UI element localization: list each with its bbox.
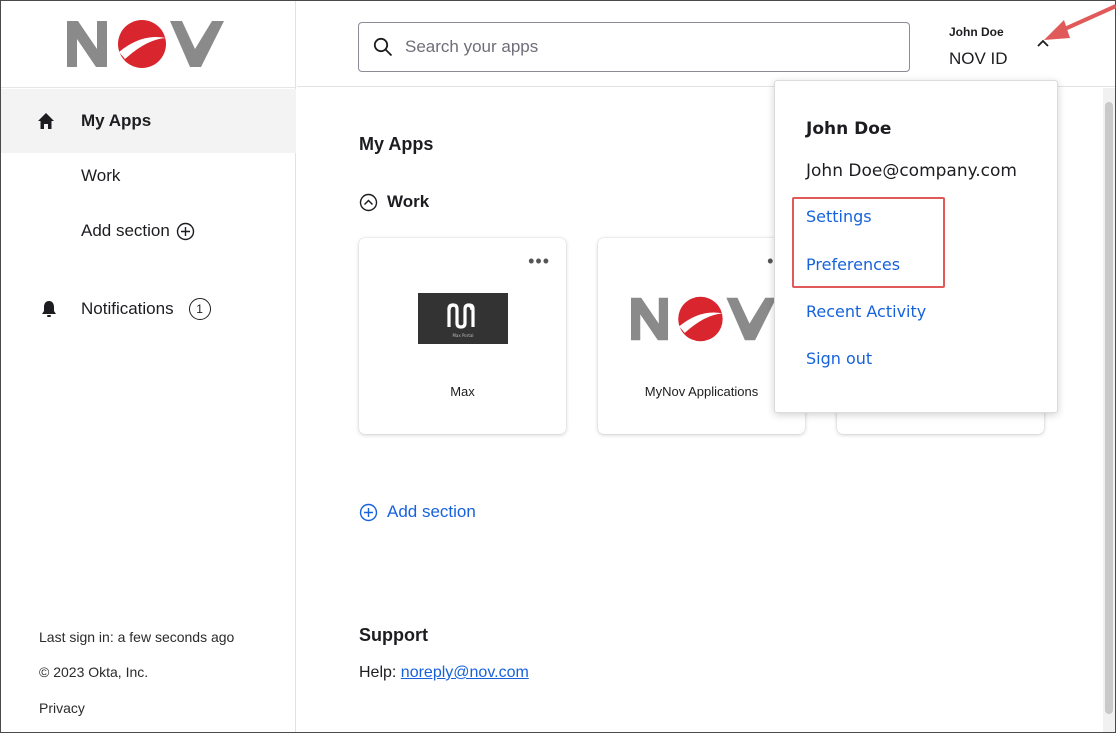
app-tile-max[interactable]: ••• Max Portal Max <box>359 238 566 434</box>
sidebar-item-label: Work <box>81 166 121 185</box>
last-sign-in-text: Last sign in: a few seconds ago <box>39 629 235 645</box>
menu-item-preferences[interactable]: Preferences <box>806 255 900 274</box>
sidebar-item-label: My Apps <box>81 111 152 130</box>
help-label: Help: <box>359 664 401 681</box>
support-heading: Support <box>359 625 428 645</box>
user-name[interactable]: John Doe <box>949 25 1004 39</box>
sidebar-item-label: Notifications <box>81 299 174 318</box>
scrollbar-thumb[interactable] <box>1105 102 1113 714</box>
privacy-link[interactable]: Privacy <box>39 700 85 716</box>
max-logo: Max Portal <box>418 293 508 344</box>
sidebar-item-work[interactable]: Work <box>81 164 281 188</box>
sidebar-item-label: Add section <box>81 221 170 240</box>
help-line: Help: noreply@nov.com <box>359 664 529 682</box>
max-logo-icon: Max Portal <box>447 302 475 338</box>
help-email-link[interactable]: noreply@nov.com <box>401 664 529 681</box>
menu-item-sign-out[interactable]: Sign out <box>806 349 872 368</box>
home-icon <box>38 113 54 129</box>
plus-circle-icon <box>176 222 195 240</box>
nov-logo[interactable] <box>1 1 295 88</box>
copyright-text: © 2023 Okta, Inc. <box>39 664 149 680</box>
sidebar-item-notifications[interactable]: Notifications 1 <box>1 295 296 323</box>
user-org[interactable]: NOV ID <box>949 49 1008 69</box>
menu-item-settings[interactable]: Settings <box>806 207 872 226</box>
more-options-icon[interactable]: ••• <box>528 252 550 270</box>
scrollbar[interactable] <box>1103 88 1115 732</box>
app-tile-label: Max <box>450 384 475 399</box>
menu-item-recent-activity[interactable]: Recent Activity <box>806 302 926 321</box>
plus-circle-icon <box>359 503 378 521</box>
add-section-label: Add section <box>387 502 476 521</box>
annotation-arrow-icon <box>1044 4 1116 40</box>
sidebar-item-my-apps[interactable]: My Apps <box>1 89 296 153</box>
search-icon <box>373 37 393 57</box>
chevron-up-circle-icon <box>359 193 378 211</box>
menu-user-email: John Doe@company.com <box>806 161 1017 181</box>
bell-icon <box>42 301 56 317</box>
section-toggle-work[interactable]: Work <box>359 192 429 212</box>
max-logo-text: Max Portal <box>452 333 473 338</box>
top-bar: John Doe NOV ID <box>297 1 1115 87</box>
sidebar-add-section[interactable]: Add section <box>81 219 281 243</box>
sidebar: My Apps Work Add section Notifications 1… <box>1 1 296 732</box>
nov-logo-icon <box>631 296 777 342</box>
search-box[interactable] <box>358 22 910 72</box>
user-menu-dropdown: John Doe John Doe@company.com Settings P… <box>774 80 1058 413</box>
notification-count-badge: 1 <box>188 298 211 320</box>
menu-user-name: John Doe <box>806 119 892 139</box>
nov-logo-icon <box>67 20 224 68</box>
search-input[interactable] <box>405 37 885 57</box>
section-label: Work <box>387 192 430 211</box>
add-section-button[interactable]: Add section <box>359 502 476 522</box>
page-title: My Apps <box>359 134 434 154</box>
